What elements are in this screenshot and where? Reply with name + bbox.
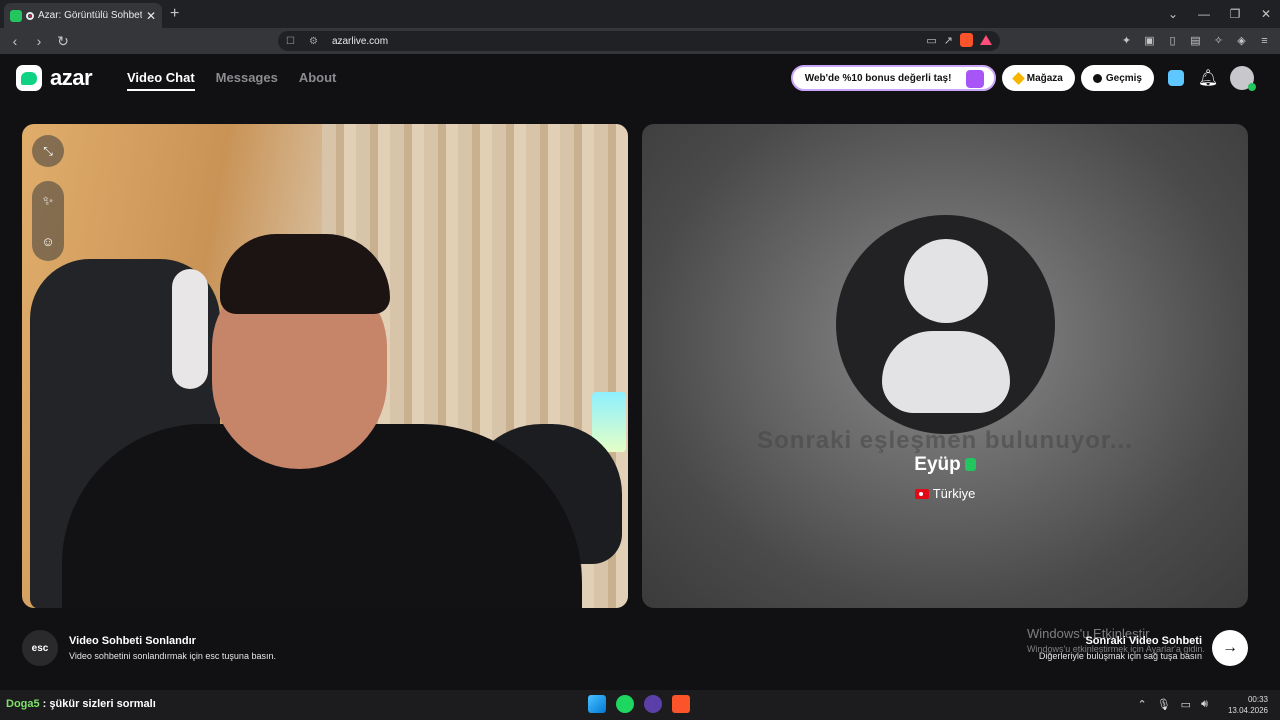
face-filter-icon[interactable]: ☺: [41, 234, 54, 249]
media-icon[interactable]: ▣: [1142, 33, 1157, 48]
brave-shields-icon[interactable]: [960, 33, 973, 47]
close-window-button[interactable]: ✕: [1252, 0, 1280, 28]
gem-balance-button[interactable]: [1166, 68, 1186, 88]
clock-time: 00:33: [1247, 695, 1268, 704]
turkey-flag-icon: [914, 489, 929, 499]
partner-name-text: Eyüp: [914, 454, 961, 475]
end-chat-title: Video Sohbeti Sonlandır: [69, 635, 196, 647]
next-chat-hint: Sonraki Video Sohbeti Diğerleriyle buluş…: [1039, 630, 1248, 666]
azar-logo-icon: [16, 65, 42, 91]
magic-wand-icon[interactable]: ✨︎: [43, 193, 54, 209]
store-label: Mağaza: [1026, 72, 1063, 84]
end-chat-hint: esc Video Sohbeti Sonlandır Video sohbet…: [22, 630, 276, 666]
clock-icon: [1092, 73, 1102, 83]
leo-ai-icon[interactable]: ✧: [1211, 33, 1226, 48]
azar-logo[interactable]: azar: [16, 65, 93, 91]
next-chat-button[interactable]: →: [1212, 630, 1248, 666]
restore-button[interactable]: ❐: [1221, 0, 1249, 28]
person-hair: [220, 234, 390, 314]
cast-icon[interactable]: ▭: [926, 34, 936, 47]
avatar-body: [882, 331, 1010, 413]
vpn-icon[interactable]: ◈: [1234, 33, 1249, 48]
next-chat-desc: Diğerleriyle buluşmak için sağ tuşa bası…: [1038, 651, 1202, 661]
gift-icon: [965, 70, 984, 88]
brave-icon[interactable]: [672, 695, 690, 713]
profile-avatar[interactable]: [1230, 66, 1256, 91]
headphones: [172, 269, 208, 389]
taskbar-apps: [588, 695, 690, 713]
forward-icon[interactable]: ›: [30, 32, 48, 50]
browser-toolbar: ‹ › ↻ ☐ ⚙ azarlive.com ▭ ↗ ✦ ▣ ▯ ▤ ✧ ◈ ≡: [0, 28, 1280, 54]
windows-taskbar: Doga5 : şükür sizleri sormalı ⌃ 🎙︎ ▭ 🔊︎ …: [0, 690, 1280, 720]
site-info-icon[interactable]: ⚙: [309, 36, 318, 47]
reload-icon[interactable]: ↻: [54, 32, 72, 50]
system-tray: ⌃ 🎙︎ ▭ 🔊︎: [1137, 698, 1208, 711]
verified-shield-icon: [964, 458, 976, 472]
menu-icon[interactable]: ≡: [1257, 33, 1272, 48]
stream-chat-overlay: Doga5 : şükür sizleri sormalı: [6, 698, 156, 710]
minimize-button[interactable]: —: [1190, 0, 1218, 28]
volume-icon[interactable]: 🔊︎: [1201, 698, 1208, 711]
history-button[interactable]: Geçmiş: [1080, 65, 1154, 91]
sidebar-icon[interactable]: ▯: [1165, 33, 1180, 48]
main-nav: Video Chat Messages About: [127, 70, 336, 91]
windows-start-icon[interactable]: [588, 695, 606, 713]
browser-tabbar: Azar: Görüntülü Sohbet & Yeni ✕ + ⌄ — ❐ …: [0, 0, 1280, 28]
extensions-icon[interactable]: ✦: [1119, 33, 1134, 48]
partner-country-text: Türkiye: [932, 486, 976, 501]
self-video: [22, 124, 628, 608]
partner-video: Sonraki eşleşmen bulunuyor... Eyüp Türki…: [642, 124, 1248, 608]
recording-icon: [26, 11, 34, 20]
tab-search-icon[interactable]: ⌄: [1159, 0, 1187, 28]
effects-group: ✨︎ ☺: [32, 181, 64, 261]
url-text: azarlive.com: [331, 35, 389, 47]
partner-country: Türkiye: [642, 486, 1248, 501]
share-icon[interactable]: ↗: [944, 34, 953, 47]
microphone-icon[interactable]: 🎙︎: [1157, 698, 1171, 711]
spotify-icon[interactable]: [616, 695, 634, 713]
cube-icon: [1168, 70, 1184, 86]
gem-icon: [1011, 71, 1025, 85]
azar-favicon-icon: [10, 9, 22, 22]
partner-name: Eyüp: [642, 454, 1248, 476]
close-tab-icon[interactable]: ✕: [146, 9, 156, 23]
partner-avatar: [836, 215, 1055, 434]
brave-rewards-icon[interactable]: [980, 35, 992, 45]
clock-date: 13.04.2026: [1227, 706, 1268, 715]
browser-tab[interactable]: Azar: Görüntülü Sohbet & Yeni ✕: [4, 3, 162, 28]
nav-messages[interactable]: Messages: [216, 70, 278, 91]
nav-video-chat[interactable]: Video Chat: [127, 70, 195, 91]
chat-username: Doga5: [6, 698, 40, 710]
promo-banner[interactable]: Web'de %10 bonus değerli taş!: [790, 65, 996, 91]
end-chat-desc: Video sohbetini sonlandırmak için esc tu…: [69, 651, 276, 661]
tab-title: Azar: Görüntülü Sohbet & Yeni: [38, 10, 142, 21]
back-icon[interactable]: ‹: [6, 32, 24, 50]
logo-text: azar: [50, 65, 93, 90]
app-header: azar Video Chat Messages About Web'de %1…: [0, 54, 1280, 102]
wallet-icon[interactable]: ▤: [1188, 33, 1203, 48]
address-bar[interactable]: ☐ ⚙ azarlive.com ▭ ↗: [278, 31, 1000, 51]
bell-icon[interactable]: 🔔︎: [1198, 68, 1218, 88]
system-clock[interactable]: 00:33 13.04.2026: [1228, 694, 1268, 716]
next-chat-title: Sonraki Video Sohbeti: [1085, 635, 1202, 647]
obs-icon[interactable]: [644, 695, 662, 713]
nav-about[interactable]: About: [299, 70, 337, 91]
bookmark-icon[interactable]: ☐: [286, 36, 295, 47]
window-controls: ⌄ — ❐ ✕: [1156, 0, 1280, 28]
tray-chevron-icon[interactable]: ⌃: [1137, 698, 1146, 711]
video-tools: ⤡ ✨︎ ☺: [32, 135, 64, 261]
minimize-video-icon[interactable]: ⤡: [32, 135, 64, 167]
avatar-head: [904, 239, 988, 323]
esc-button[interactable]: esc: [22, 630, 58, 666]
chat-message: : şükür sizleri sormalı: [39, 698, 156, 710]
history-label: Geçmiş: [1105, 72, 1142, 84]
promo-text: Web'de %10 bonus değerli taş!: [804, 72, 952, 84]
display-icon[interactable]: ▭: [1181, 698, 1191, 711]
new-tab-button[interactable]: +: [170, 5, 179, 23]
store-button[interactable]: Mağaza: [1001, 65, 1075, 91]
